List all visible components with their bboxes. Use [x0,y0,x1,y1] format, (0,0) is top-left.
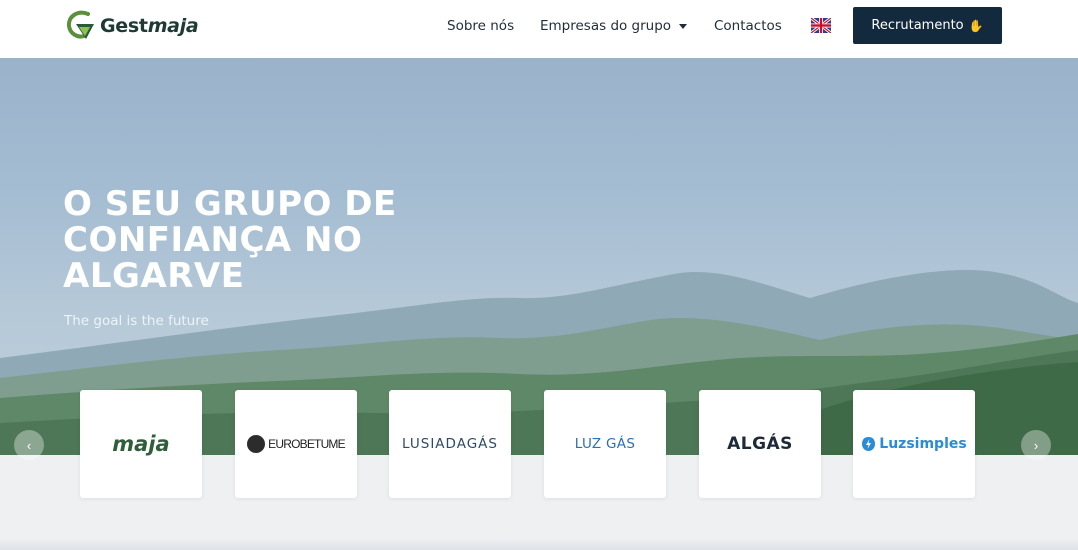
hero-title: O SEU GRUPO DE CONFIANÇA NO ALGARVE [63,184,397,296]
nav-item-contacts[interactable]: Contactos [714,0,782,52]
logo-wordmark: Gestmaja [100,15,199,37]
brand-card-algas[interactable]: ALGÁS [699,390,821,498]
waving-hand-icon: ✋ [968,18,984,33]
nav-label: Contactos [714,18,782,34]
carousel-next-button[interactable]: › [1021,430,1051,460]
luzgas-logo: LUZ GÁS [574,436,636,452]
chevron-right-icon: › [1033,437,1039,453]
recruitment-button[interactable]: Recrutamento ✋ [853,7,1002,44]
chevron-left-icon: ‹ [26,437,32,453]
brand-card-luzsimples[interactable]: Luzsimples [853,390,975,498]
nav-item-group-companies[interactable]: Empresas do grupo [540,0,688,52]
nav-label: Sobre nós [447,18,515,34]
gestmaja-logo-icon [66,10,94,39]
carousel-prev-button[interactable]: ‹ [14,430,44,460]
eurobetume-logo: EUROBETUME [247,435,346,453]
site-logo[interactable]: Gestmaja [66,10,199,42]
site-header: Gestmaja Sobre nós Empresas do grupo Con… [0,0,1078,58]
caret-down-icon [679,23,688,29]
eurobetume-mark-icon [247,435,266,453]
hero-subtitle: The goal is the future [64,313,209,329]
recruitment-label: Recrutamento [871,18,964,33]
algas-logo: ALGÁS [727,434,793,454]
uk-flag-icon[interactable] [811,18,831,33]
luzsimples-logo: Luzsimples [861,436,967,452]
brand-card-maja[interactable]: maja [80,390,202,498]
brand-card-luzgas[interactable]: LUZ GÁS [544,390,666,498]
nav-label: Empresas do grupo [540,18,672,34]
page: O SEU GRUPO DE CONFIANÇA NO ALGARVE The … [0,0,1078,550]
nav-item-about[interactable]: Sobre nós [447,0,514,52]
lusiadagas-logo: LUSIADAGÁS [402,436,498,452]
brand-card-eurobetume[interactable]: EUROBETUME [235,390,357,498]
section-divider [0,538,1078,550]
brand-card-lusiadagas[interactable]: LUSIADAGÁS [389,390,511,498]
maja-logo: maja [112,432,170,456]
lightning-bolt-icon [862,437,876,451]
